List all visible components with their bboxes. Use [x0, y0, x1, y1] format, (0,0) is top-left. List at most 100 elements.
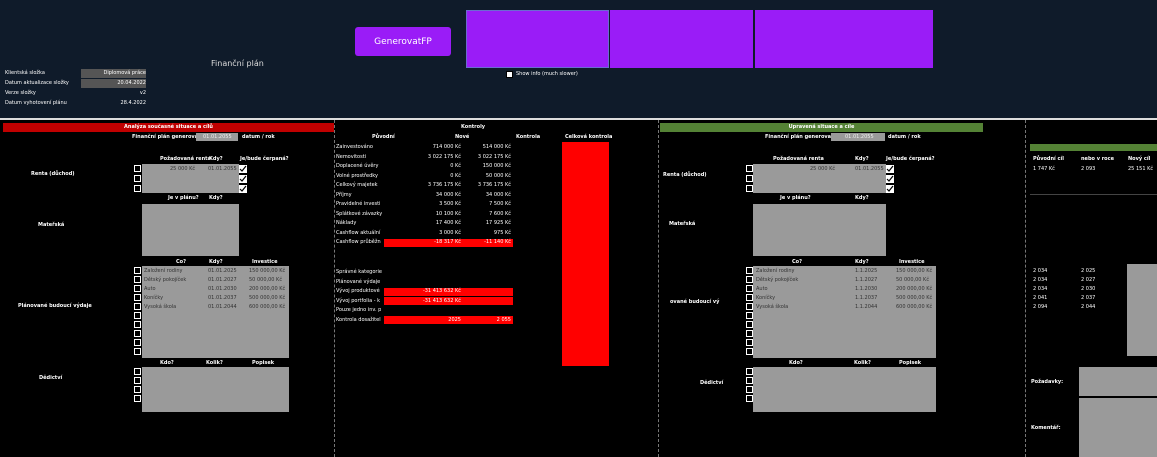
left-vydaje-checkbox[interactable] [134, 348, 141, 355]
kontroly-nove: 50 000 Kč [485, 172, 511, 179]
generate-fp-button[interactable]: GenerovatFP [355, 27, 451, 56]
info-label: Datum aktualizace složky [5, 80, 69, 86]
right-vydaje-checkbox[interactable] [746, 276, 753, 283]
kontroly-label: Vývoj portfolia - k [336, 297, 381, 304]
left-vydaje-checkbox[interactable] [134, 312, 141, 319]
kontroly-h-celkova: Celková kontrola [565, 134, 613, 140]
kontroly-label: Kontrola dosažitel [336, 316, 381, 323]
right-vydaje-checkbox[interactable] [746, 330, 753, 337]
info-label: Verze složky [5, 90, 36, 96]
left-vydaje-co: Založení rodiny [144, 268, 183, 274]
right-vydaje-checkbox[interactable] [746, 348, 753, 355]
show-info-checkbox[interactable] [506, 71, 513, 78]
left-renta-checkbox[interactable] [134, 175, 141, 182]
left-vydaje-co: Dětský pokojíček [144, 277, 187, 283]
far-row-a: 2 094 [1033, 304, 1048, 310]
right-cerpana-checkbox[interactable] [886, 185, 894, 193]
right-cerpana-checkbox[interactable] [886, 175, 894, 183]
kontroly-label: Příjmy [336, 191, 352, 198]
purple-panel-1 [466, 10, 609, 68]
right-vydaje-checkbox[interactable] [746, 321, 753, 328]
far-renta-b: 2 093 [1081, 166, 1096, 172]
left-vydaje-checkbox[interactable] [134, 339, 141, 346]
left-vydaje-inv: 50 000,00 Kč [249, 277, 283, 283]
kontroly-nove: 17 925 Kč [485, 220, 511, 226]
right-vydaje-checkbox[interactable] [746, 303, 753, 310]
right-vydaje-checkbox[interactable] [746, 294, 753, 301]
info-value: Diplomová práce [103, 70, 146, 76]
right-dedictvi-checkbox[interactable] [746, 368, 753, 375]
left-vydaje-checkbox[interactable] [134, 321, 141, 328]
kontroly-label: Náklady [336, 220, 357, 226]
right-dedictvi-checkbox[interactable] [746, 386, 753, 393]
info-value: 28.4.2022 [120, 100, 146, 106]
right-vydaje-h1: Co? [792, 259, 803, 265]
kontroly-h-nove: Nové [455, 134, 470, 140]
right-vydaje-checkbox[interactable] [746, 285, 753, 292]
right-vydaje-checkbox[interactable] [746, 339, 753, 346]
kontroly-nove: 2 055 [496, 316, 511, 323]
left-vydaje-co: Vysoká škola [144, 304, 177, 310]
far-divider [1030, 194, 1157, 195]
left-dedictvi-checkbox[interactable] [134, 377, 141, 384]
left-cerpana-checkbox[interactable] [239, 175, 247, 183]
right-renta-checkbox[interactable] [746, 185, 753, 192]
right-renta-checkbox[interactable] [746, 165, 753, 172]
kontroly-label: Cashflow aktuální [336, 229, 381, 236]
left-vydaje-section: Plánované budoucí výdaje [18, 303, 92, 309]
kontroly-label: Správné kategorie [336, 269, 382, 275]
info-label: Klientská složka [5, 70, 45, 76]
far-row-b: 2 044 [1081, 304, 1096, 310]
right-vydaje-checkbox[interactable] [746, 312, 753, 319]
kontroly-title: Kontroly [461, 124, 486, 130]
left-vydaje-checkbox[interactable] [134, 294, 141, 301]
right-dedictvi-checkbox[interactable] [746, 395, 753, 402]
left-section-title: Analýza současné situace a cílů [124, 124, 213, 130]
left-dedictvi-checkbox[interactable] [134, 395, 141, 402]
kontroly-h-kontrola: Kontrola [516, 134, 541, 140]
left-vydaje-kdy: 01.01.2044 [208, 304, 237, 310]
left-cerpana-checkbox[interactable] [239, 185, 247, 193]
left-dedictvi-checkbox[interactable] [134, 386, 141, 393]
left-vydaje-checkbox[interactable] [134, 267, 141, 274]
far-renta-c: 25 151 Kč [1128, 166, 1154, 172]
far-komentar: Komentář: [1031, 425, 1061, 431]
far-pozadavky-field[interactable] [1079, 367, 1157, 396]
kontroly-nove: 7 600 Kč [489, 210, 511, 217]
left-plan-date: 01.01.2055 [203, 134, 232, 140]
left-renta-checkbox[interactable] [134, 185, 141, 192]
kontroly-puvodni: -31 413 632 Kč [422, 288, 461, 294]
far-h1: Původní cíl [1033, 156, 1064, 162]
right-renta-checkbox[interactable] [746, 175, 753, 182]
left-dedictvi-checkbox[interactable] [134, 368, 141, 375]
divider [658, 120, 659, 457]
left-section-header: Analýza současné situace a cílů [3, 123, 334, 132]
right-vydaje-checkbox[interactable] [746, 267, 753, 274]
left-vydaje-checkbox[interactable] [134, 303, 141, 310]
kontroly-label: Pouze jedno inv. p [336, 307, 382, 313]
left-vydaje-checkbox[interactable] [134, 276, 141, 283]
far-h2: nebo v roce [1081, 156, 1114, 162]
left-vydaje-checkbox[interactable] [134, 330, 141, 337]
left-vydaje-inv: 600 000,00 Kč [249, 304, 286, 310]
far-row-a: 2 034 [1033, 277, 1048, 283]
far-row-b: 2 030 [1081, 286, 1096, 292]
kontroly-label: Volné prostředky [336, 172, 378, 179]
right-vydaje-co: Založení rodiny [756, 268, 795, 274]
info-value: v2 [139, 90, 146, 96]
left-cerpana-checkbox[interactable] [239, 165, 247, 173]
right-section-title: Upravená situace a cíle [788, 124, 855, 130]
check-icon [886, 165, 894, 172]
far-komentar-field[interactable] [1079, 398, 1157, 457]
right-vydaje-kdy: 1.1.2030 [855, 286, 878, 292]
kontroly-nove: 150 000 Kč [482, 163, 511, 169]
right-vydaje-h3: Investice [899, 259, 925, 265]
far-row-b: 2 027 [1081, 277, 1096, 283]
right-cerpana-checkbox[interactable] [886, 165, 894, 173]
right-dedictvi-checkbox[interactable] [746, 377, 753, 384]
right-vydaje-inv: 200 000,00 Kč [896, 286, 933, 292]
left-vydaje-kdy: 01.01.2027 [208, 277, 237, 283]
left-renta-checkbox[interactable] [134, 165, 141, 172]
far-row-b: 2 025 [1081, 268, 1096, 274]
left-vydaje-checkbox[interactable] [134, 285, 141, 292]
